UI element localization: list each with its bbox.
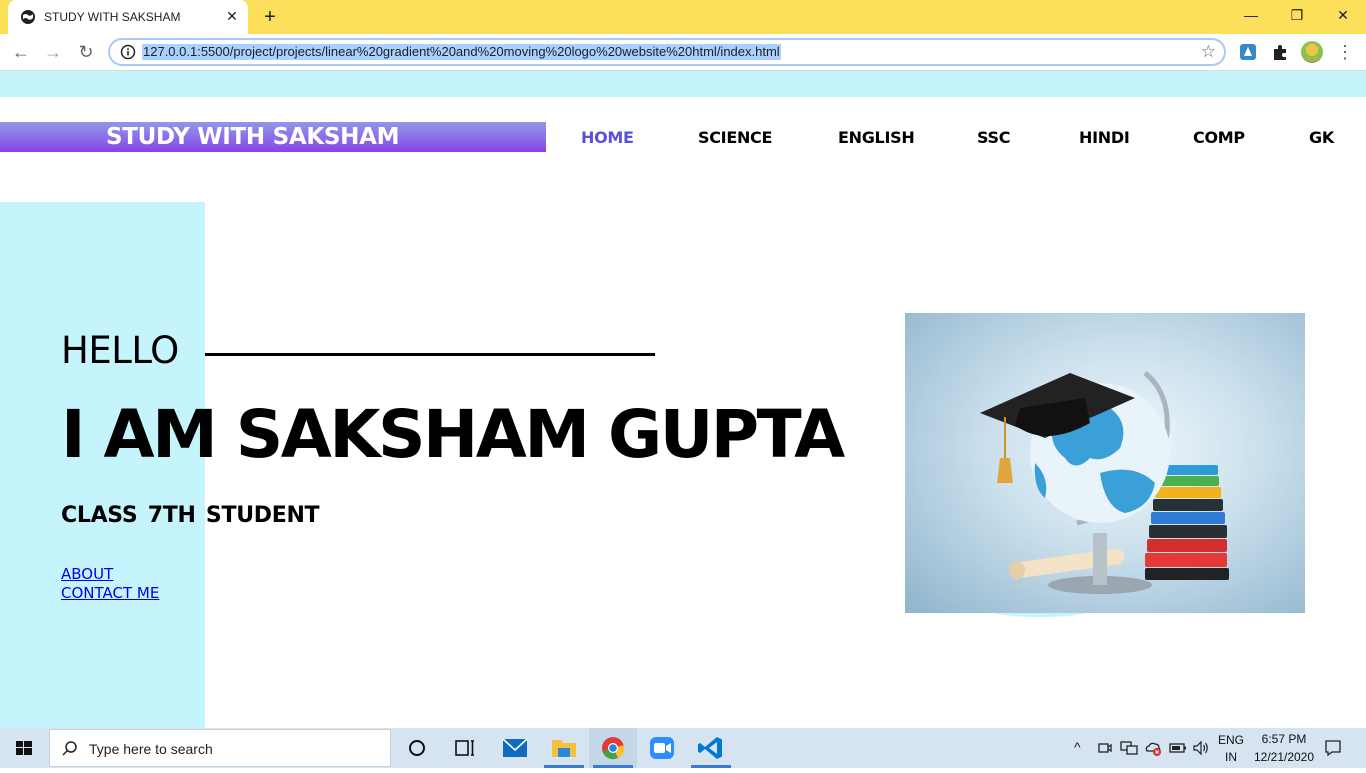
onedrive-error-icon[interactable]: [1144, 739, 1162, 757]
windows-icon[interactable]: [0, 728, 48, 768]
reload-button[interactable]: ↻: [73, 39, 99, 65]
clock-time[interactable]: 6:57 PM: [1252, 732, 1316, 746]
chrome-icon: [602, 737, 625, 760]
zoom-app[interactable]: [638, 728, 686, 768]
nav-ssc[interactable]: SSC: [977, 128, 1010, 148]
hero-name: I AM SAKSHAM GUPTA: [61, 396, 845, 473]
meet-now-icon[interactable]: [1097, 740, 1113, 756]
globe-books-graduation-cap-illustration: [980, 371, 1229, 594]
vscode-icon: [698, 737, 722, 759]
restore-button[interactable]: ❐: [1274, 0, 1320, 30]
nav-english[interactable]: ENGLISH: [838, 128, 915, 148]
contact-link[interactable]: CONTACT ME: [61, 584, 159, 603]
hero-divider-line: [205, 353, 655, 356]
hero-greeting: HELLO: [61, 329, 179, 372]
battery-icon[interactable]: [1169, 741, 1187, 755]
zoom-icon: [650, 737, 674, 759]
extension-icon[interactable]: [1238, 42, 1258, 62]
close-window-button[interactable]: ✕: [1320, 0, 1366, 30]
search-placeholder: Type here to search: [89, 741, 213, 757]
url-text[interactable]: 127.0.0.1:5500/project/projects/linear%2…: [142, 44, 781, 60]
nav-hindi[interactable]: HINDI: [1079, 128, 1130, 148]
nav-science[interactable]: SCIENCE: [698, 128, 772, 148]
cortana-icon[interactable]: [393, 728, 441, 768]
about-link[interactable]: ABOUT: [61, 565, 113, 584]
browser-tab-strip: STUDY WITH SAKSHAM ✕ + — ❐ ✕: [0, 0, 1366, 34]
chrome-app[interactable]: [589, 728, 637, 768]
file-explorer-app[interactable]: [540, 728, 588, 768]
info-icon[interactable]: [120, 44, 136, 60]
bookmark-star-icon[interactable]: ☆: [1201, 43, 1216, 61]
profile-avatar[interactable]: [1301, 41, 1323, 63]
nav-home[interactable]: HOME: [581, 128, 634, 148]
volume-icon[interactable]: [1192, 740, 1210, 756]
nav-comp[interactable]: COMP: [1193, 128, 1245, 148]
forward-button[interactable]: →: [40, 39, 66, 65]
network-icon[interactable]: [1120, 740, 1138, 756]
file-explorer-icon: [552, 740, 576, 757]
back-button[interactable]: ←: [8, 39, 34, 65]
vscode-app[interactable]: [687, 728, 735, 768]
minimize-button[interactable]: —: [1228, 0, 1274, 30]
web-page: STUDY WITH SAKSHAM HOME SCIENCE ENGLISH …: [0, 71, 1366, 728]
notification-icon[interactable]: [1324, 739, 1342, 757]
chevron-up-icon[interactable]: ^: [1074, 739, 1081, 755]
task-view-icon[interactable]: [441, 728, 489, 768]
language-region[interactable]: IN: [1218, 750, 1244, 764]
address-bar[interactable]: 127.0.0.1:5500/project/projects/linear%2…: [108, 38, 1226, 66]
hero-subtitle: CLASS 7TH STUDENT: [61, 503, 320, 528]
puzzle-icon[interactable]: [1270, 42, 1290, 62]
mail-icon: [502, 738, 528, 757]
browser-menu-icon[interactable]: ⋮: [1336, 41, 1354, 63]
mail-app[interactable]: [491, 728, 539, 768]
language-code[interactable]: ENG: [1218, 733, 1244, 747]
new-tab-button[interactable]: +: [258, 6, 282, 28]
taskbar-search[interactable]: Type here to search: [49, 729, 391, 767]
close-tab-icon[interactable]: ✕: [224, 8, 240, 24]
site-logo-bar[interactable]: STUDY WITH SAKSHAM: [0, 122, 546, 152]
windows-taskbar: Type here to search ^ ENG IN 6:57 PM 12/…: [0, 728, 1366, 768]
top-color-strip: [0, 71, 1366, 97]
clock-date[interactable]: 12/21/2020: [1250, 750, 1318, 764]
search-icon: [62, 741, 77, 756]
nav-gk[interactable]: GK: [1309, 128, 1334, 148]
browser-toolbar: ← → ↻ 127.0.0.1:5500/project/projects/li…: [0, 34, 1366, 71]
tab-title: STUDY WITH SAKSHAM: [44, 10, 181, 24]
hero-image: [905, 313, 1305, 613]
site-logo[interactable]: STUDY WITH SAKSHAM: [106, 123, 399, 151]
browser-tab[interactable]: STUDY WITH SAKSHAM ✕: [8, 0, 248, 34]
globe-icon: [21, 10, 35, 24]
